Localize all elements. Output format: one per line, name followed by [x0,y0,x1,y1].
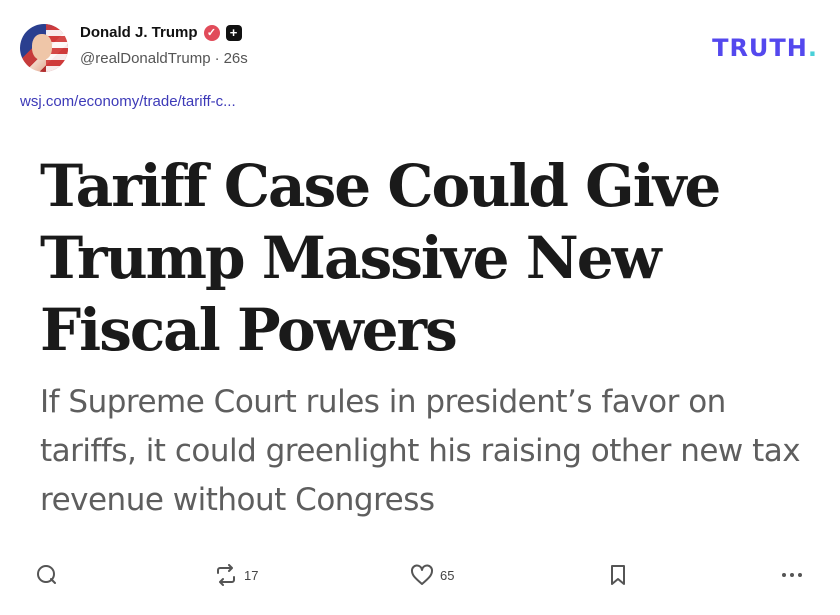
more-button[interactable] [780,564,804,586]
bookmark-icon [611,565,625,585]
like-button[interactable]: 65 [410,564,454,586]
article-headline[interactable]: Tariff Case Could Give Trump Massive New… [40,150,820,366]
avatar[interactable] [20,24,68,72]
author-handle[interactable]: @realDonaldTrump [80,50,211,67]
reply-icon [37,565,56,584]
heart-icon [411,564,433,585]
post-timestamp[interactable]: 26s [224,50,248,67]
truth-logo[interactable]: TRUTH. [712,34,818,62]
avatar-face [32,34,52,60]
reply-button[interactable] [36,564,58,586]
retruth-count: 17 [244,567,259,583]
truth-logo-dot: . [807,34,818,62]
like-count: 65 [440,567,455,583]
more-icon [782,573,802,577]
article-link[interactable]: wsj.com/economy/trade/tariff-c... [20,93,236,110]
bookmark-button[interactable] [608,564,628,586]
article-dek[interactable]: If Supreme Court rules in president’s fa… [40,378,820,525]
retruth-button[interactable]: 17 [214,564,258,586]
plus-badge-icon: + [225,24,242,41]
verified-badge-icon: ✓ [203,24,220,41]
retruth-icon [217,564,235,586]
author-display-name[interactable]: Donald J. Trump [80,24,198,41]
meta-separator: · [214,50,220,67]
post-header: Donald J. Trump ✓ + @realDonaldTrump · 2… [20,22,820,74]
author-name-row: Donald J. Trump ✓ + [80,24,242,41]
truth-logo-text: TRUTH [712,34,808,62]
post-actions: 17 65 [36,564,810,594]
author-meta-row: @realDonaldTrump · 26s [80,50,248,67]
